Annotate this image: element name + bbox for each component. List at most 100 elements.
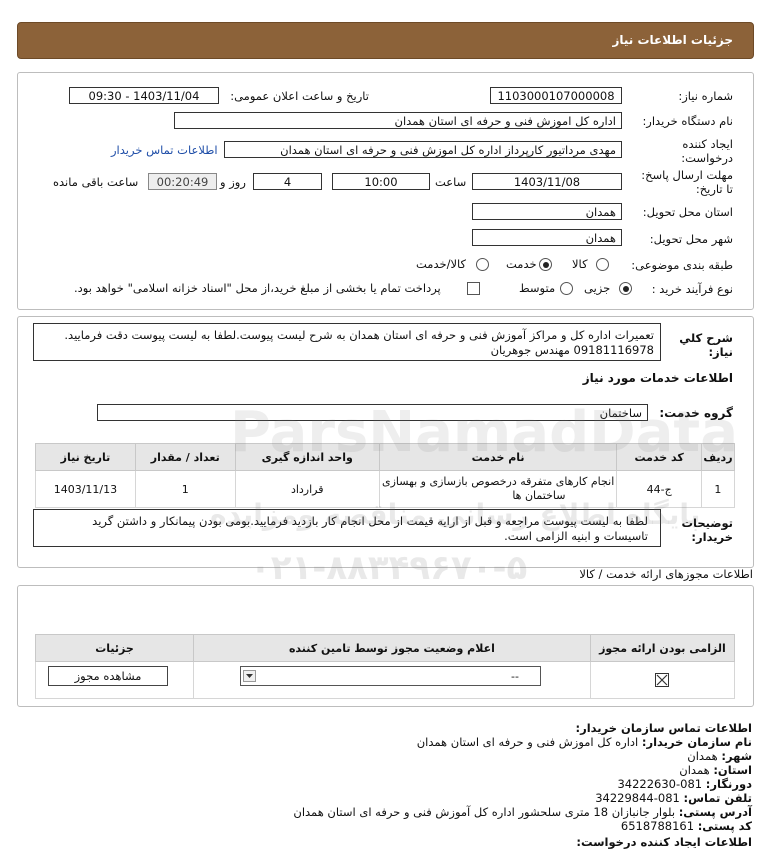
col-name: نام خدمت xyxy=(378,443,618,471)
deadline-time-label: ساعت xyxy=(435,175,467,189)
service-group-label: گروه خدمت: xyxy=(659,406,733,420)
city-field: همدان xyxy=(472,229,622,246)
creator-field: مهدی مرداتیور کارپرداز اداره کل اموزش فن… xyxy=(224,141,622,158)
cell-code: ج-44 xyxy=(616,470,702,508)
category-radio-goods-service[interactable] xyxy=(476,258,489,271)
need-info-panel xyxy=(17,72,754,310)
need-number-field: 1103000107000008 xyxy=(490,87,622,104)
process-radio-medium[interactable] xyxy=(560,282,573,295)
col-qty: تعداد / مقدار xyxy=(134,443,236,471)
contact-title: اطلاعات تماس سازمان خریدار: xyxy=(575,721,752,735)
deadline-time-field: 10:00 xyxy=(332,173,430,190)
need-number-label: شماره نیاز: xyxy=(678,89,733,103)
cell-name: انجام کارهای متفرقه درخصوص بازسازی و بهس… xyxy=(378,470,618,508)
col-row: ردیف xyxy=(700,443,736,471)
contact-city-value: همدان xyxy=(687,749,718,763)
announce-label: تاریخ و ساعت اعلان عمومی: xyxy=(230,89,369,103)
announce-field: 1403/11/04 - 09:30 xyxy=(69,87,219,104)
category-radio-goods[interactable] xyxy=(596,258,609,271)
buyer-notes-text: لطفا به لیست پیوست مراجعه و قبل از ارایه… xyxy=(92,514,648,528)
license-status-value: -- xyxy=(511,670,519,683)
page-title: جزئیات اطلاعات نیاز xyxy=(612,33,733,47)
service-group-field: ساختمان xyxy=(97,404,648,421)
deadline-date-field: 1403/11/08 xyxy=(472,173,622,190)
buyer-notes-label: توضیحات xyxy=(681,516,734,530)
contact-fax: دورنگار: 081-34222630 xyxy=(617,777,752,791)
cell-date: 1403/11/13 xyxy=(35,470,136,508)
deadline-label-2: تا تاریخ: xyxy=(695,182,733,196)
days-label: روز و xyxy=(220,175,246,189)
col-license-status: اعلام وضعیت مجوز توسط تامین کننده xyxy=(192,634,591,662)
days-field: 4 xyxy=(253,173,322,190)
creator-info-title: اطلاعات ایجاد کننده درخواست: xyxy=(576,835,752,849)
province-label: استان محل تحویل: xyxy=(642,205,733,219)
category-radio-service[interactable] xyxy=(539,258,552,271)
process-label: نوع فرآیند خرید : xyxy=(651,282,733,296)
cell-license-required xyxy=(589,661,736,699)
contact-province-value: همدان xyxy=(679,763,710,777)
cell-name-line-1: انجام کارهای متفرقه درخصوص بازسازی و بهس… xyxy=(381,475,615,488)
remaining-label: ساعت باقی مانده xyxy=(53,175,139,189)
services-header-row: ردیف کد خدمت نام خدمت واحد اندازه گیری ت… xyxy=(35,443,736,471)
licenses-section-title: اطلاعات مجوزهای ارائه خدمت / کالا xyxy=(579,567,753,581)
contact-address: آدرس پستی: بلوار جانبازان 18 متری سلحشور… xyxy=(293,805,752,819)
contact-province-label: استان: xyxy=(713,763,752,777)
cell-qty: 1 xyxy=(134,470,236,508)
required-checkbox-icon xyxy=(655,673,670,687)
category-option-goods-service: کالا/خدمت xyxy=(416,257,467,271)
city-label: شهر محل تحویل: xyxy=(649,232,733,246)
contact-city: شهر: همدان xyxy=(687,749,752,763)
contact-postal: کد پستی: 6518788161 xyxy=(621,819,752,833)
buyer-notes-label-2: خریدار: xyxy=(691,530,733,544)
contact-phone-label: تلفن تماس: xyxy=(683,791,752,805)
contact-address-label: آدرس پستی: xyxy=(678,805,752,819)
licenses-header-row: الزامی بودن ارائه مجوز اعلام وضعیت مجوز … xyxy=(35,634,736,662)
buyer-contact-link[interactable]: اطلاعات تماس خریدار xyxy=(111,143,218,157)
contact-fax-value: 081-34222630 xyxy=(617,777,703,791)
chevron-down-icon xyxy=(243,670,256,682)
cell-row: 1 xyxy=(700,470,736,508)
description-box: تعمیرات اداره کل و مراکز آموزش فنی و حرف… xyxy=(33,323,661,361)
contact-org: نام سازمان خریدار: اداره کل اموزش فنی و … xyxy=(417,735,752,749)
col-unit: واحد اندازه گیری xyxy=(234,443,380,471)
process-option-medium: متوسط xyxy=(519,281,556,295)
services-section-title: اطلاعات خدمات مورد نیاز xyxy=(582,371,733,385)
contact-fax-label: دورنگار: xyxy=(705,777,752,791)
description-label-2: نیاز: xyxy=(708,345,733,359)
process-option-minor: جزیی xyxy=(584,281,611,295)
col-license-required: الزامی بودن ارائه مجوز xyxy=(589,634,736,662)
col-date: تاریخ نیاز xyxy=(35,443,136,471)
contact-city-label: شهر: xyxy=(721,749,752,763)
creator-label: ایجاد کننده xyxy=(682,137,733,151)
remaining-time-field: 00:20:49 xyxy=(148,173,217,190)
contact-postal-label: کد پستی: xyxy=(697,819,752,833)
header-bar: جزئیات اطلاعات نیاز xyxy=(17,22,754,59)
category-label: طبقه بندی موضوعی: xyxy=(631,258,733,272)
contact-address-value: بلوار جانبازان 18 متری سلحشور اداره کل آ… xyxy=(293,805,676,819)
creator-label-2: درخواست: xyxy=(681,151,733,165)
buyer-field: اداره کل اموزش فنی و حرفه ای استان همدان xyxy=(174,112,622,129)
contact-postal-value: 6518788161 xyxy=(620,819,695,833)
services-table: ردیف کد خدمت نام خدمت واحد اندازه گیری ت… xyxy=(35,443,736,508)
contact-phone-value: 081-34229844 xyxy=(595,791,680,805)
deadline-label: مهلت ارسال پاسخ: xyxy=(641,168,733,182)
cell-unit: قرارداد xyxy=(234,470,380,508)
buyer-notes-text-2: تاسیسات و ابنیه الزامی است. xyxy=(504,529,648,543)
contact-phone: تلفن تماس: 081-34229844 xyxy=(595,791,752,805)
category-option-service: خدمت xyxy=(506,257,537,271)
description-text: تعمیرات اداره کل و مراکز آموزش فنی و حرف… xyxy=(64,328,654,342)
payment-note: پرداخت تمام یا بخشی از مبلغ خرید،از محل … xyxy=(74,281,441,295)
contact-org-label: نام سازمان خریدار: xyxy=(641,735,752,749)
province-field: همدان xyxy=(472,203,622,220)
view-license-button[interactable]: مشاهده مجوز xyxy=(48,666,168,686)
description-label: شرح کلي xyxy=(679,331,733,345)
page-header: جزئیات اطلاعات نیاز xyxy=(0,0,770,75)
treasury-payment-checkbox[interactable] xyxy=(467,282,480,295)
table-row: 1 ج-44 انجام کارهای متفرقه درخصوص بازساز… xyxy=(35,470,736,508)
buyer-notes-box: لطفا به لیست پیوست مراجعه و قبل از ارایه… xyxy=(33,509,661,547)
col-code: کد خدمت xyxy=(616,443,702,471)
license-status-select[interactable]: -- xyxy=(240,666,541,686)
contact-province: استان: همدان xyxy=(679,763,752,777)
description-text-2: 09181116978 مهندس جوهریان xyxy=(490,343,654,357)
process-radio-minor[interactable] xyxy=(619,282,632,295)
